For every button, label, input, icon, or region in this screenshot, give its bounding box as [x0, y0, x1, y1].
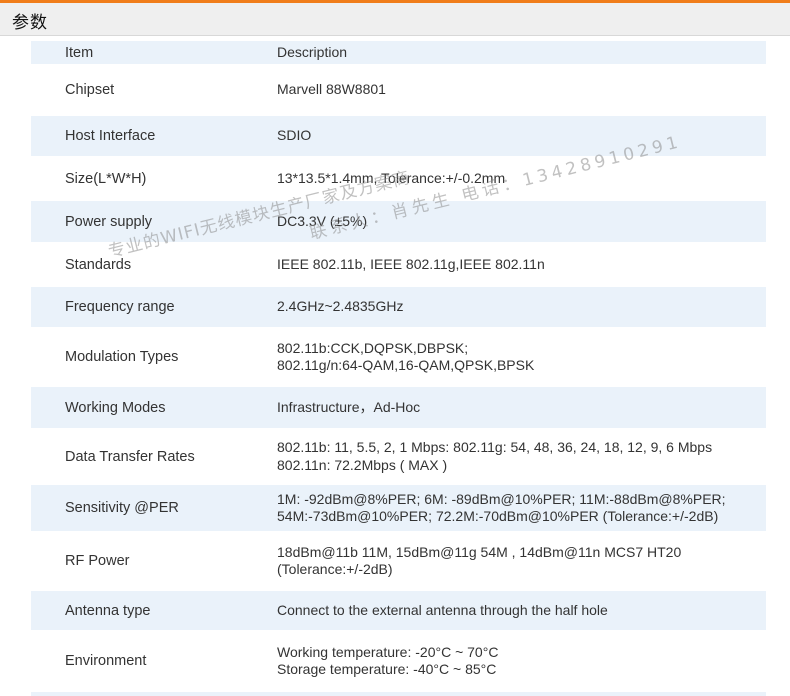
- row-description: 1M: -92dBm@8%PER; 6M: -89dBm@10%PER; 11M…: [277, 490, 726, 525]
- row-description: SDIO: [277, 127, 312, 144]
- row-description: 2.4GHz~2.4835GHz: [277, 298, 404, 315]
- row-item: Antenna type: [65, 602, 151, 619]
- row-item: RF Power: [65, 553, 130, 569]
- table-row: Working Modes Infrastructure，Ad-Hoc: [31, 387, 766, 428]
- row-item: Host Interface: [65, 128, 156, 144]
- table-row: RF Power 18dBm@11b 11M, 15dBm@11g 54M , …: [31, 531, 766, 591]
- table-row: Sensitivity @PER 1M: -92dBm@8%PER; 6M: -…: [31, 485, 766, 531]
- row-description: 18dBm@11b 11M, 15dBm@11g 54M , 14dBm@11n…: [277, 543, 682, 578]
- row-description: Infrastructure，Ad-Hoc: [277, 398, 421, 415]
- row-item: Power supply: [65, 213, 153, 230]
- table-header-row: Item Description: [31, 41, 766, 64]
- row-description: 13*13.5*1.4mm, Tolerance:+/-0.2mm: [277, 169, 506, 186]
- table-row: Size(L*W*H) 13*13.5*1.4mm, Tolerance:+/-…: [31, 156, 766, 201]
- row-item: Standards: [65, 256, 132, 273]
- table-bottom-band: [31, 692, 766, 696]
- row-item: Sensitivity @PER: [65, 500, 179, 516]
- table-row: Power supply DC3.3V (±5%): [31, 201, 766, 242]
- row-description: Connect to the external antenna through …: [277, 601, 608, 618]
- table-row: Data Transfer Rates 802.11b: 11, 5.5, 2,…: [31, 428, 766, 485]
- table-row: Environment Working temperature: -20°C ~…: [31, 630, 766, 692]
- table-row: Antenna type Connect to the external ant…: [31, 591, 766, 630]
- row-description: 802.11b: 11, 5.5, 2, 1 Mbps: 802.11g: 54…: [277, 439, 713, 473]
- column-header-description: Description: [277, 43, 348, 60]
- row-item: Data Transfer Rates: [65, 448, 195, 465]
- row-description: DC3.3V (±5%): [277, 212, 368, 229]
- row-description: IEEE 802.11b, IEEE 802.11g,IEEE 802.11n: [277, 255, 545, 272]
- row-item: Environment: [65, 653, 147, 669]
- row-item: Frequency range: [65, 299, 175, 315]
- column-header-item: Item: [65, 44, 94, 61]
- spec-table: Item Description Chipset Marvell 88W8801…: [31, 41, 766, 692]
- row-description: Marvell 88W8801: [277, 81, 386, 98]
- table-row: Host Interface SDIO: [31, 116, 766, 156]
- table-row: Modulation Types 802.11b:CCK,DQPSK,DBPSK…: [31, 327, 766, 387]
- row-item: Chipset: [65, 82, 115, 98]
- row-description: 802.11b:CCK,DQPSK,DBPSK; 802.11g/n:64-QA…: [277, 339, 535, 374]
- table-row: Chipset Marvell 88W8801: [31, 64, 766, 116]
- row-description: Working temperature: -20°C ~ 70°C Storag…: [277, 643, 499, 678]
- table-row: Frequency range 2.4GHz~2.4835GHz: [31, 287, 766, 327]
- section-title: 参数: [12, 13, 48, 33]
- row-item: Modulation Types: [65, 349, 179, 365]
- section-header: 参数: [0, 3, 790, 36]
- row-item: Working Modes: [65, 399, 166, 416]
- table-row: Standards IEEE 802.11b, IEEE 802.11g,IEE…: [31, 242, 766, 287]
- row-item: Size(L*W*H): [65, 170, 147, 187]
